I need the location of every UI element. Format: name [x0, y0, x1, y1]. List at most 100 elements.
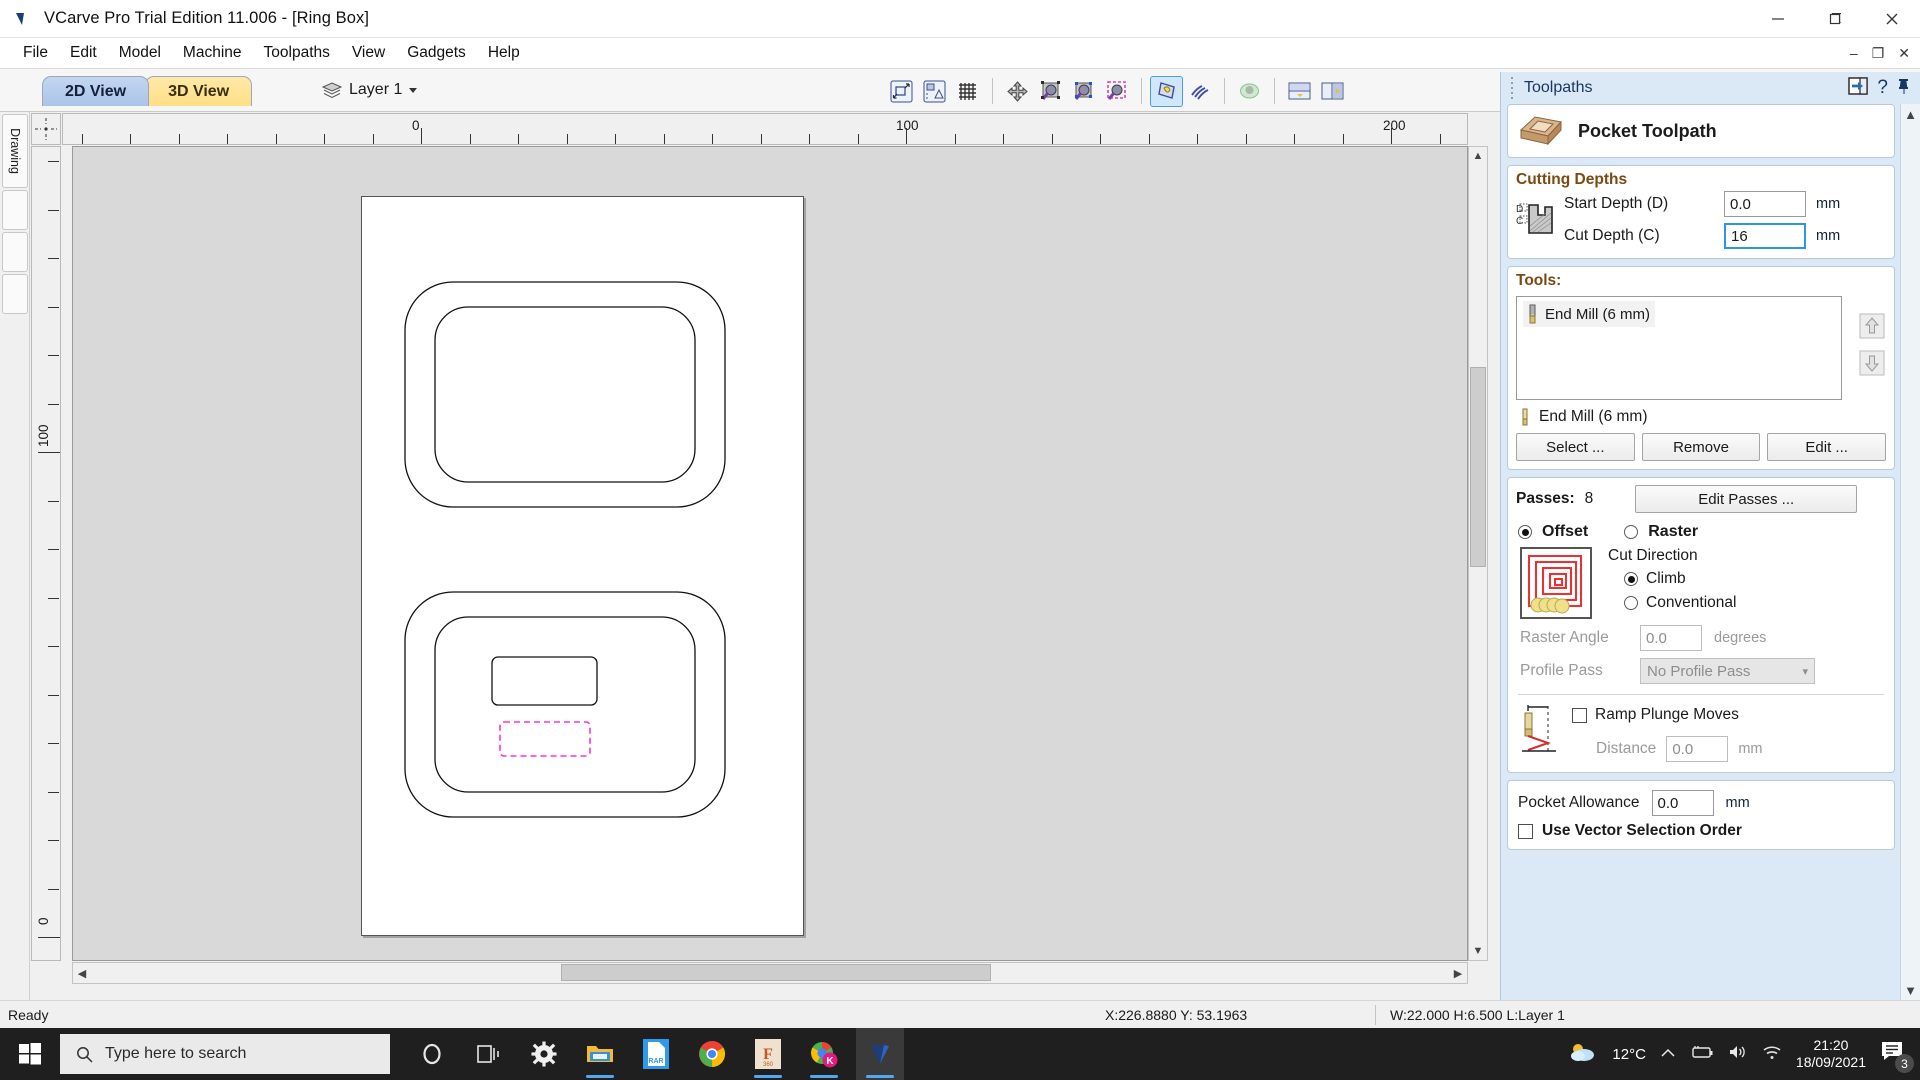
- select-tool-button[interactable]: Select ...: [1516, 433, 1635, 461]
- document-minimize-button[interactable]: –: [1850, 45, 1858, 61]
- toggle-grid-icon[interactable]: [951, 76, 984, 107]
- profile-pass-value: No Profile Pass: [1647, 662, 1751, 680]
- minimize-icon[interactable]: [1749, 0, 1806, 38]
- battery-charging-icon[interactable]: [1690, 1045, 1714, 1063]
- raster-radio[interactable]: [1624, 525, 1639, 539]
- chevron-down-icon[interactable]: [409, 87, 418, 93]
- menu-help[interactable]: Help: [477, 40, 531, 66]
- drawing-canvas[interactable]: [72, 146, 1468, 961]
- sidebar-item-4[interactable]: [2, 274, 28, 314]
- fusion360-icon[interactable]: F 360: [744, 1028, 792, 1080]
- task-view-icon[interactable]: [464, 1028, 512, 1080]
- toggle-toolpath-lines-icon[interactable]: [1183, 76, 1216, 107]
- conventional-radio[interactable]: [1624, 596, 1638, 610]
- list-item[interactable]: End Mill (6 mm): [1523, 301, 1655, 327]
- scroll-down-icon[interactable]: ▼: [1901, 980, 1920, 1000]
- depth-profile-icon: D C: [1516, 203, 1553, 234]
- tab-3d-view[interactable]: 3D View: [145, 76, 253, 106]
- cortana-icon[interactable]: [408, 1028, 456, 1080]
- raster-angle-input[interactable]: 0.0: [1640, 625, 1702, 651]
- scroll-left-icon[interactable]: ◀: [73, 963, 91, 983]
- wifi-icon[interactable]: [1762, 1044, 1782, 1064]
- arrow-down-icon[interactable]: [1859, 350, 1885, 380]
- horizontal-scroll-thumb[interactable]: [561, 964, 991, 981]
- vertical-scroll-thumb[interactable]: [1470, 367, 1486, 567]
- zoom-object-icon[interactable]: [1034, 76, 1067, 107]
- climb-radio[interactable]: [1624, 572, 1638, 586]
- maximize-icon[interactable]: [1806, 0, 1863, 38]
- close-icon[interactable]: [1863, 0, 1920, 38]
- vertical-ruler[interactable]: 100 0: [31, 146, 61, 961]
- selected-vector[interactable]: [499, 721, 591, 757]
- search-input[interactable]: Type here to search: [60, 1034, 390, 1074]
- tab-2d-view[interactable]: 2D View: [42, 76, 150, 106]
- sidebar-item-drawing[interactable]: Drawing: [2, 114, 28, 188]
- menu-model[interactable]: Model: [108, 40, 172, 66]
- help-icon[interactable]: ?: [1877, 77, 1888, 99]
- scroll-right-icon[interactable]: ▶: [1449, 963, 1467, 983]
- tools-card: Tools: End Mill (6 mm) End Mill (6 mm) S…: [1507, 266, 1895, 470]
- menu-view[interactable]: View: [341, 40, 396, 66]
- zoom-selected-icon[interactable]: [1067, 76, 1100, 107]
- vcarve-logo-icon: [8, 10, 38, 28]
- toggle-3d-model-icon[interactable]: [1233, 76, 1266, 107]
- vcarve-pro-icon[interactable]: [856, 1028, 904, 1080]
- canvas-horizontal-scrollbar[interactable]: ◀ ▶: [72, 962, 1468, 984]
- google-chrome-icon[interactable]: [688, 1028, 736, 1080]
- use-vector-selection-order-checkbox[interactable]: [1518, 823, 1533, 839]
- profile-pass-select[interactable]: No Profile Pass ▾: [1640, 658, 1815, 684]
- end-mill-icon: [1522, 408, 1528, 426]
- pocket-allowance-input[interactable]: 0.0: [1651, 790, 1714, 816]
- collapse-panel-icon[interactable]: [1848, 77, 1869, 99]
- split-view-vertical-icon[interactable]: [1316, 76, 1349, 107]
- menu-toolpaths[interactable]: Toolpaths: [253, 40, 341, 66]
- show-hidden-icons-icon[interactable]: [1660, 1046, 1676, 1063]
- offset-radio[interactable]: [1518, 525, 1532, 539]
- scroll-up-icon[interactable]: ▲: [1901, 104, 1920, 124]
- material-sheet: [361, 196, 804, 936]
- horizontal-ruler[interactable]: 0 100 200: [62, 113, 1468, 145]
- taskbar-clock[interactable]: 21:20 18/09/2021: [1796, 1037, 1866, 1072]
- menu-gadgets[interactable]: Gadgets: [396, 40, 477, 66]
- edit-tool-button[interactable]: Edit ...: [1767, 433, 1887, 461]
- file-explorer-icon[interactable]: [576, 1028, 624, 1080]
- partly-cloudy-icon[interactable]: [1568, 1041, 1598, 1067]
- sidebar-item-3[interactable]: [2, 232, 28, 272]
- pin-icon[interactable]: [1897, 78, 1910, 99]
- ramp-distance-input[interactable]: 0.0: [1666, 736, 1729, 762]
- cut-depth-input[interactable]: 16: [1724, 223, 1806, 249]
- volume-icon[interactable]: [1728, 1044, 1748, 1064]
- chrome-kite-icon[interactable]: K: [800, 1028, 848, 1080]
- layer-selector[interactable]: Layer 1: [322, 81, 418, 99]
- scroll-down-icon[interactable]: ▼: [1469, 942, 1487, 960]
- pan-icon[interactable]: [1001, 76, 1034, 107]
- winrar-icon[interactable]: RAR: [632, 1028, 680, 1080]
- remove-tool-button[interactable]: Remove: [1641, 433, 1761, 461]
- ruler-origin-button[interactable]: [31, 113, 61, 145]
- document-restore-button[interactable]: ❐: [1872, 45, 1885, 62]
- notifications-icon[interactable]: 3: [1880, 1039, 1914, 1073]
- split-view-horizontal-icon[interactable]: [1283, 76, 1316, 107]
- settings-icon[interactable]: [520, 1028, 568, 1080]
- start-depth-input[interactable]: 0.0: [1724, 191, 1806, 217]
- ramp-plunge-checkbox[interactable]: [1572, 707, 1587, 723]
- windows-start-icon[interactable]: [0, 1028, 60, 1080]
- toolpaths-panel-header: Toolpaths ?: [1501, 72, 1920, 104]
- menu-machine[interactable]: Machine: [172, 40, 253, 66]
- zoom-to-selection-icon[interactable]: [885, 76, 918, 107]
- toolbar-separator: [992, 78, 993, 104]
- panel-scrollbar[interactable]: ▲ ▼: [1900, 104, 1920, 1000]
- zoom-to-drawing-icon[interactable]: [918, 76, 951, 107]
- document-close-button[interactable]: ✕: [1898, 45, 1910, 62]
- menu-edit[interactable]: Edit: [59, 40, 108, 66]
- canvas-vertical-scrollbar[interactable]: ▲ ▼: [1468, 146, 1488, 961]
- panel-grip-icon[interactable]: [1506, 77, 1518, 99]
- toggle-toolpath-solid-icon[interactable]: [1150, 75, 1183, 107]
- arrow-up-icon[interactable]: [1859, 313, 1885, 343]
- tools-list[interactable]: End Mill (6 mm): [1516, 296, 1842, 400]
- zoom-dashed-icon[interactable]: [1100, 76, 1133, 107]
- edit-passes-button[interactable]: Edit Passes ...: [1635, 485, 1858, 513]
- sidebar-item-2[interactable]: [2, 190, 28, 230]
- scroll-up-icon[interactable]: ▲: [1469, 147, 1487, 165]
- menu-file[interactable]: File: [12, 40, 59, 66]
